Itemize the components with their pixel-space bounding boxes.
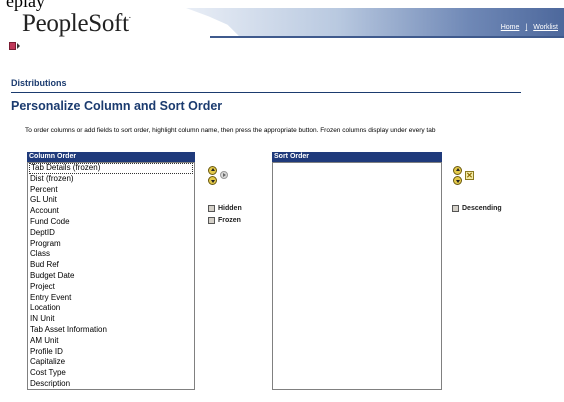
sort-move-up-button[interactable] xyxy=(453,166,462,175)
column-order-item[interactable]: Project xyxy=(28,282,194,293)
hidden-checkbox-box[interactable] xyxy=(208,205,215,212)
column-order-item[interactable]: Tab Asset Information xyxy=(28,325,194,336)
section-title: Distributions xyxy=(11,78,67,88)
instructions-text: To order columns or add fields to sort o… xyxy=(25,127,436,134)
column-order-item[interactable]: Tab Details (frozen) xyxy=(29,163,193,174)
worklist-link[interactable]: Worklist xyxy=(533,24,558,31)
column-move-down-button[interactable] xyxy=(208,176,217,185)
home-link[interactable]: Home xyxy=(501,24,520,31)
column-order-item[interactable]: Dist (frozen) xyxy=(28,174,194,185)
descending-label: Descending xyxy=(462,205,502,212)
column-order-item[interactable]: IN Unit xyxy=(28,314,194,325)
descending-checkbox[interactable]: Descending xyxy=(452,205,502,212)
column-move-up-button[interactable] xyxy=(208,166,217,175)
column-order-item[interactable]: Capitalize xyxy=(28,357,194,368)
column-order-item[interactable]: Cost Type xyxy=(28,368,194,379)
menu-icon[interactable] xyxy=(9,42,20,50)
page-title: Personalize Column and Sort Order xyxy=(11,99,223,113)
column-order-item[interactable]: Fund Code xyxy=(28,217,194,228)
header-banner-rule xyxy=(210,36,564,38)
column-order-item[interactable]: Profile ID xyxy=(28,347,194,358)
column-order-item[interactable]: GL Unit xyxy=(28,195,194,206)
sort-order-header: Sort Order xyxy=(272,152,442,162)
frozen-label: Frozen xyxy=(218,217,241,224)
peoplesoft-logo: PeopleSoft. xyxy=(22,10,131,37)
add-to-sort-button[interactable] xyxy=(220,171,228,179)
hidden-label: Hidden xyxy=(218,205,242,212)
column-order-item[interactable]: Class xyxy=(28,249,194,260)
column-order-item[interactable]: Bud Ref xyxy=(28,260,194,271)
column-order-item[interactable]: Location xyxy=(28,303,194,314)
descending-checkbox-box[interactable] xyxy=(452,205,459,212)
sort-move-down-button[interactable] xyxy=(453,176,462,185)
sort-order-list[interactable] xyxy=(272,162,442,390)
section-divider xyxy=(11,92,521,93)
frozen-checkbox[interactable]: Frozen xyxy=(208,217,241,224)
hidden-checkbox[interactable]: Hidden xyxy=(208,205,242,212)
column-order-item[interactable]: Account xyxy=(28,206,194,217)
column-order-item[interactable]: AM Unit xyxy=(28,336,194,347)
column-order-list[interactable]: Tab Details (frozen) Dist (frozen) Percent… xyxy=(27,162,195,390)
header-links: Home | Worklist xyxy=(500,24,558,31)
remove-from-sort-button[interactable]: ✕ xyxy=(465,171,474,180)
column-order-item[interactable]: Budget Date xyxy=(28,271,194,282)
header-banner xyxy=(186,8,564,36)
column-order-item[interactable]: Description xyxy=(28,379,194,389)
column-order-item[interactable]: Entry Event xyxy=(28,293,194,304)
frozen-checkbox-box[interactable] xyxy=(208,217,215,224)
column-order-header: Column Order xyxy=(27,152,195,162)
column-order-item[interactable]: Percent xyxy=(28,185,194,196)
column-order-item[interactable]: DeptID xyxy=(28,228,194,239)
column-order-item[interactable]: Program xyxy=(28,239,194,250)
